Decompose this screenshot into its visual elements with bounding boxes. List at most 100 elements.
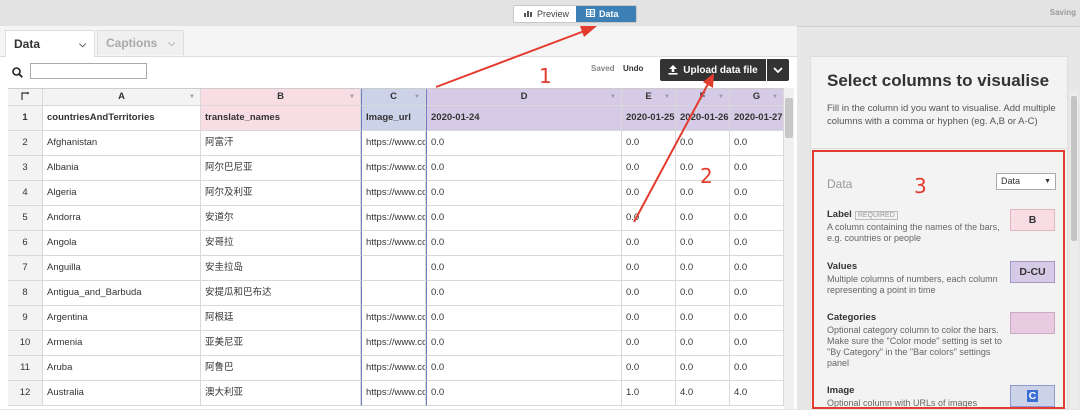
table-cell[interactable]: Image_url: [361, 106, 426, 131]
table-cell[interactable]: https://www.cc: [361, 356, 426, 381]
table-cell[interactable]: 阿鲁巴: [201, 356, 361, 381]
table-cell[interactable]: 阿尔及利亚: [201, 181, 361, 206]
sort-corner[interactable]: [8, 89, 43, 106]
table-cell[interactable]: 0.0: [730, 131, 784, 156]
table-cell[interactable]: 4.0: [676, 381, 730, 406]
column-header-b[interactable]: B ▼: [201, 89, 361, 106]
panel-scroll-thumb[interactable]: [1071, 96, 1077, 241]
table-cell[interactable]: https://www.cc: [361, 181, 426, 206]
table-cell[interactable]: 澳大利亚: [201, 381, 361, 406]
table-cell[interactable]: 0.0: [730, 356, 784, 381]
row-number[interactable]: 4: [8, 181, 43, 206]
table-cell[interactable]: 0.0: [622, 156, 676, 181]
row-number[interactable]: 3: [8, 156, 43, 181]
row-number[interactable]: 6: [8, 231, 43, 256]
table-cell[interactable]: 0.0: [426, 356, 622, 381]
table-cell[interactable]: 安圭拉岛: [201, 256, 361, 281]
table-cell[interactable]: 阿根廷: [201, 306, 361, 331]
table-cell[interactable]: 0.0: [622, 206, 676, 231]
table-cell[interactable]: https://www.cc: [361, 331, 426, 356]
table-cell[interactable]: 安提瓜和巴布达: [201, 281, 361, 306]
table-cell[interactable]: 0.0: [622, 231, 676, 256]
table-cell[interactable]: 0.0: [676, 281, 730, 306]
table-cell[interactable]: 0.0: [676, 256, 730, 281]
table-cell[interactable]: 0.0: [676, 131, 730, 156]
table-cell[interactable]: Antigua_and_Barbuda: [43, 281, 201, 306]
row-number[interactable]: 11: [8, 356, 43, 381]
tab-data[interactable]: Data ⌵: [5, 30, 95, 57]
table-cell[interactable]: 0.0: [426, 306, 622, 331]
table-cell[interactable]: 0.0: [426, 206, 622, 231]
table-cell[interactable]: [361, 281, 426, 306]
table-cell[interactable]: 阿富汗: [201, 131, 361, 156]
table-cell[interactable]: 0.0: [426, 156, 622, 181]
table-cell[interactable]: 0.0: [426, 331, 622, 356]
table-cell[interactable]: 0.0: [622, 256, 676, 281]
table-cell[interactable]: 2020-01-24: [426, 106, 622, 131]
row-number[interactable]: 1: [8, 106, 43, 131]
row-number[interactable]: 2: [8, 131, 43, 156]
column-header-g[interactable]: G ▼: [730, 89, 784, 106]
table-cell[interactable]: https://www.cc: [361, 381, 426, 406]
table-cell[interactable]: 0.0: [730, 256, 784, 281]
table-cell[interactable]: 0.0: [426, 281, 622, 306]
table-cell[interactable]: 0.0: [676, 206, 730, 231]
row-number[interactable]: 9: [8, 306, 43, 331]
table-cell[interactable]: countriesAndTerritories: [43, 106, 201, 131]
table-cell[interactable]: 0.0: [676, 331, 730, 356]
grid-scroll-thumb[interactable]: [785, 98, 793, 138]
table-cell[interactable]: 0.0: [676, 231, 730, 256]
table-cell[interactable]: 1.0: [622, 381, 676, 406]
search-input[interactable]: [30, 63, 147, 79]
table-cell[interactable]: Aruba: [43, 356, 201, 381]
table-cell[interactable]: Anguilla: [43, 256, 201, 281]
table-cell[interactable]: translate_names: [201, 106, 361, 131]
table-cell[interactable]: 0.0: [622, 306, 676, 331]
row-number[interactable]: 12: [8, 381, 43, 406]
upload-data-button[interactable]: Upload data file: [660, 59, 766, 81]
table-cell[interactable]: Algeria: [43, 181, 201, 206]
row-number[interactable]: 8: [8, 281, 43, 306]
table-cell[interactable]: https://www.cc: [361, 206, 426, 231]
table-cell[interactable]: https://www.cc: [361, 306, 426, 331]
table-cell[interactable]: 0.0: [730, 206, 784, 231]
column-header-e[interactable]: E ▼: [622, 89, 676, 106]
table-cell[interactable]: 0.0: [730, 281, 784, 306]
column-header-f[interactable]: F ▼: [676, 89, 730, 106]
table-cell[interactable]: Afghanistan: [43, 131, 201, 156]
table-cell[interactable]: Albania: [43, 156, 201, 181]
table-cell[interactable]: 0.0: [730, 181, 784, 206]
tab-captions[interactable]: Captions ⌵: [97, 30, 184, 55]
table-cell[interactable]: 0.0: [622, 281, 676, 306]
row-number[interactable]: 7: [8, 256, 43, 281]
table-cell[interactable]: 0.0: [426, 381, 622, 406]
table-cell[interactable]: 0.0: [676, 356, 730, 381]
table-cell[interactable]: 阿尔巴尼亚: [201, 156, 361, 181]
column-header-a[interactable]: A ▼: [43, 89, 201, 106]
table-cell[interactable]: 2020-01-25: [622, 106, 676, 131]
table-cell[interactable]: https://www.cc: [361, 156, 426, 181]
row-number[interactable]: 10: [8, 331, 43, 356]
table-cell[interactable]: 4.0: [730, 381, 784, 406]
table-cell[interactable]: 0.0: [622, 331, 676, 356]
preview-button[interactable]: Preview: [514, 6, 576, 22]
table-cell[interactable]: 0.0: [426, 131, 622, 156]
table-cell[interactable]: 0.0: [622, 181, 676, 206]
table-cell[interactable]: https://www.cc: [361, 131, 426, 156]
table-cell[interactable]: 0.0: [676, 306, 730, 331]
data-view-button[interactable]: Data: [576, 6, 636, 22]
table-cell[interactable]: 0.0: [730, 306, 784, 331]
table-cell[interactable]: 0.0: [426, 181, 622, 206]
table-cell[interactable]: Angola: [43, 231, 201, 256]
row-number[interactable]: 5: [8, 206, 43, 231]
table-cell[interactable]: 0.0: [426, 256, 622, 281]
table-cell[interactable]: 0.0: [730, 156, 784, 181]
table-cell[interactable]: 2020-01-26: [676, 106, 730, 131]
table-cell[interactable]: [361, 256, 426, 281]
column-header-c[interactable]: C ▼: [361, 89, 426, 106]
table-cell[interactable]: 0.0: [622, 131, 676, 156]
upload-dropdown-button[interactable]: [767, 59, 789, 81]
table-cell[interactable]: 亚美尼亚: [201, 331, 361, 356]
table-cell[interactable]: Armenia: [43, 331, 201, 356]
table-cell[interactable]: 安道尔: [201, 206, 361, 231]
